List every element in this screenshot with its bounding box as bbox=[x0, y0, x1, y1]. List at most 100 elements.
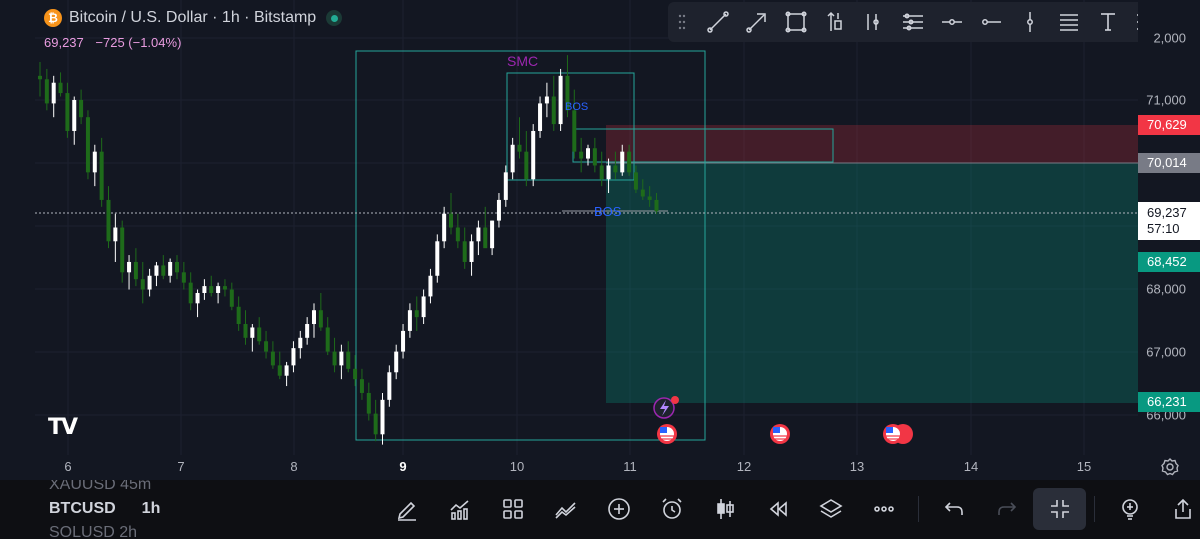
replay-icon[interactable] bbox=[751, 488, 804, 530]
watchlist-item-next[interactable]: SOLUSD 2h bbox=[49, 524, 137, 539]
candle-body bbox=[373, 413, 378, 435]
entry-price-label: 70,014 bbox=[1138, 153, 1200, 173]
candle-body bbox=[298, 337, 303, 349]
candle-body bbox=[435, 241, 440, 276]
candle-body bbox=[318, 310, 323, 328]
candle-body bbox=[140, 279, 145, 290]
candle-body bbox=[544, 96, 549, 104]
candle-body bbox=[51, 82, 56, 104]
candle-body bbox=[92, 151, 97, 173]
undo-icon[interactable] bbox=[927, 488, 980, 530]
chart-canvas[interactable]: SMC BOS BOS bbox=[35, 0, 1138, 455]
candle-body bbox=[339, 351, 344, 366]
market-status-icon[interactable] bbox=[326, 10, 343, 26]
candle-body bbox=[250, 327, 255, 338]
rectangle-icon[interactable] bbox=[776, 4, 815, 40]
candle-body bbox=[503, 172, 508, 200]
candles-icon[interactable] bbox=[698, 488, 751, 530]
redo-icon[interactable] bbox=[980, 488, 1033, 530]
more-icon[interactable] bbox=[857, 488, 910, 530]
candle-body bbox=[72, 99, 77, 131]
price-tick: 68,000 bbox=[1146, 281, 1186, 297]
candle-body bbox=[120, 227, 125, 273]
candle-body bbox=[462, 241, 467, 262]
horizontal-ray-icon[interactable] bbox=[893, 4, 932, 40]
take-profit-price-label: 66,231 bbox=[1138, 392, 1200, 412]
candle-body bbox=[538, 103, 543, 131]
price-tick: 2,000 bbox=[1153, 30, 1186, 46]
symbol-title[interactable]: Bitcoin / U.S. Dollar · 1h · Bitstamp bbox=[69, 9, 316, 27]
vertical-line-icon[interactable] bbox=[1010, 4, 1049, 40]
time-tick: 11 bbox=[623, 459, 637, 474]
text-tool-icon[interactable] bbox=[1088, 4, 1127, 40]
time-tick: 13 bbox=[849, 459, 865, 474]
candle-body bbox=[394, 351, 399, 373]
bulb-icon[interactable] bbox=[1103, 488, 1156, 530]
grid-icon[interactable] bbox=[486, 488, 539, 530]
time-axis[interactable]: 6 7 8 9 10 11 12 13 14 15 bbox=[35, 455, 1138, 480]
candle-body bbox=[113, 227, 118, 242]
candle-body bbox=[44, 79, 49, 104]
trend-line-icon[interactable] bbox=[698, 4, 737, 40]
candle-body bbox=[401, 330, 406, 352]
stop-loss-price-label: 70,629 bbox=[1138, 115, 1200, 135]
candle-body bbox=[380, 399, 385, 435]
candle-body bbox=[79, 99, 84, 118]
candle-body bbox=[496, 199, 501, 221]
candle-body bbox=[366, 392, 371, 414]
watchlist-interval: 1h bbox=[141, 500, 161, 517]
share-icon[interactable] bbox=[1156, 488, 1200, 530]
candle-body bbox=[627, 151, 632, 173]
candle-body bbox=[133, 261, 138, 280]
parallel-channel-icon[interactable] bbox=[1049, 4, 1088, 40]
price-range-icon[interactable] bbox=[815, 4, 854, 40]
bos-small-label: BOS bbox=[565, 101, 588, 113]
drag-handle-icon[interactable] bbox=[674, 4, 690, 40]
indicators-icon[interactable] bbox=[539, 488, 592, 530]
stop-loss-zone[interactable] bbox=[606, 125, 1138, 163]
price-tick: 67,000 bbox=[1146, 344, 1186, 360]
symbol-header[interactable]: ₿ Bitcoin / U.S. Dollar · 1h · Bitstamp bbox=[44, 8, 343, 28]
candle-body bbox=[195, 292, 200, 304]
candle-body bbox=[613, 165, 618, 173]
candle-body bbox=[270, 351, 275, 366]
bar-countdown: 57:10 bbox=[1147, 221, 1180, 236]
time-tick: 14 bbox=[963, 459, 979, 474]
horizontal-line-icon[interactable] bbox=[932, 4, 971, 40]
collapse-icon[interactable] bbox=[1033, 488, 1086, 530]
us-flag-event-icon[interactable] bbox=[883, 424, 913, 444]
pencil-icon[interactable] bbox=[380, 488, 433, 530]
watchlist[interactable]: XAUUSD 45m BTCUSD 1h SOLUSD 2h bbox=[49, 480, 209, 539]
alarm-icon[interactable] bbox=[645, 488, 698, 530]
candle-body bbox=[277, 365, 282, 376]
candle-body bbox=[647, 196, 652, 200]
candle-body bbox=[579, 151, 584, 159]
candle-body bbox=[284, 365, 289, 376]
time-tick: 15 bbox=[1076, 459, 1092, 474]
candle-body bbox=[229, 289, 234, 307]
arrow-icon[interactable] bbox=[737, 4, 776, 40]
candle-body bbox=[524, 151, 529, 180]
long-position-icon[interactable] bbox=[854, 4, 893, 40]
quote-line: 69,237 −725 (−1.04%) bbox=[44, 35, 189, 50]
time-tick: 12 bbox=[736, 459, 752, 474]
us-flag-event-icon[interactable] bbox=[770, 424, 790, 444]
horizontal-segment-icon[interactable] bbox=[971, 4, 1010, 40]
chart-icon[interactable] bbox=[433, 488, 486, 530]
candle-body bbox=[346, 351, 351, 369]
chart-settings-gear-icon[interactable] bbox=[1160, 457, 1180, 477]
candle-body bbox=[332, 351, 337, 366]
drawing-toolbar: SD bbox=[668, 2, 1196, 42]
candle-body bbox=[592, 148, 597, 166]
take-profit-zone[interactable] bbox=[606, 163, 1138, 403]
intermediate-price-label: 68,452 bbox=[1138, 252, 1200, 272]
candle-body bbox=[209, 286, 214, 293]
us-flag-event-icon[interactable] bbox=[657, 424, 677, 444]
watchlist-item-active[interactable]: BTCUSD 1h bbox=[49, 500, 160, 518]
bos-label: BOS bbox=[594, 204, 622, 219]
chart-pane[interactable]: SMC BOS BOS bbox=[35, 0, 1138, 455]
current-price: 69,237 bbox=[44, 35, 84, 50]
watchlist-item-previous[interactable]: XAUUSD 45m bbox=[49, 480, 151, 494]
layers-icon[interactable] bbox=[804, 488, 857, 530]
plus-circle-icon[interactable] bbox=[592, 488, 645, 530]
